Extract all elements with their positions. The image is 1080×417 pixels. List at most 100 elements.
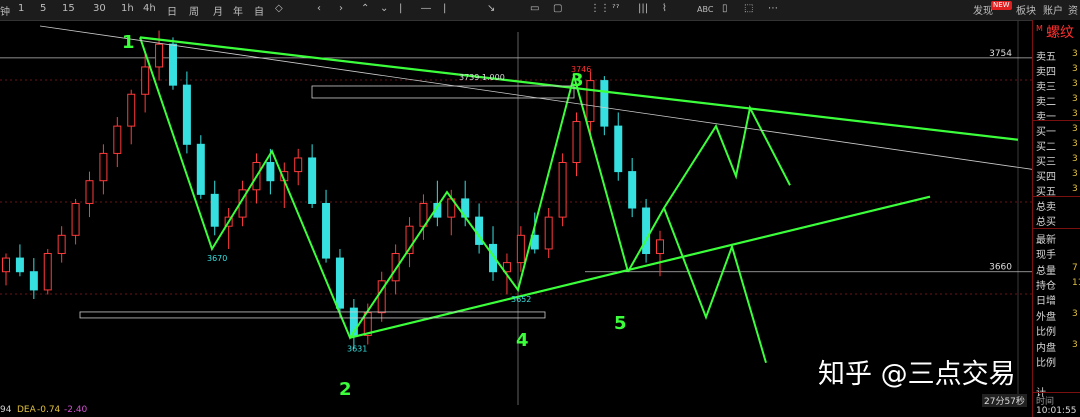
wave-number: 1 [122, 32, 135, 53]
candle [57, 226, 66, 263]
toolbar-item-28[interactable]: ▯ [722, 3, 728, 14]
candle [252, 153, 261, 204]
candle [600, 76, 609, 136]
toolbar-item-22[interactable]: ▢ [553, 3, 562, 14]
toolbar-item-1[interactable]: 1 [18, 3, 24, 14]
toolbar-item-30[interactable]: ⋯ [768, 3, 778, 14]
toolbar-item-5[interactable]: 1h [121, 3, 134, 14]
candle-body [600, 80, 609, 127]
toolbar-item-19[interactable]: | [443, 3, 446, 14]
toolbar-item-4[interactable]: 30 [93, 3, 106, 14]
candle [656, 230, 664, 277]
candle-body [113, 125, 122, 154]
wave-number: 5 [614, 313, 627, 334]
side-row-label: 现手 [1036, 250, 1056, 261]
candle [85, 171, 94, 218]
candle [516, 226, 525, 272]
candle-body [210, 193, 219, 227]
toolbar-item-13[interactable]: ‹ [317, 3, 321, 14]
candle [572, 112, 581, 177]
pivot-label: 3739 1.000 [459, 73, 505, 82]
candle-body [168, 43, 177, 86]
candle [224, 208, 233, 249]
watermark-text: 知乎 @三点交易 [818, 359, 1016, 390]
toolbar-item-17[interactable]: | [399, 3, 402, 14]
candle-body [335, 257, 344, 309]
toolbar-right-2[interactable]: 账户 [1043, 2, 1063, 17]
candle-body [544, 216, 553, 250]
pivot-label: 3652 [511, 295, 531, 304]
candle-body [586, 80, 595, 123]
candle-body [57, 234, 66, 255]
toolbar-item-11[interactable]: 自 [254, 3, 264, 18]
candle-body [628, 171, 637, 209]
toolbar-item-9[interactable]: 月 [213, 3, 223, 18]
candle [127, 89, 136, 145]
wave-number: 3 [571, 70, 584, 91]
toolbar-item-7[interactable]: 日 [167, 3, 177, 18]
candle [99, 144, 108, 195]
toolbar-item-12[interactable]: ◇ [275, 3, 283, 14]
price-line-label: 3754 [989, 49, 1012, 59]
side-separator [1033, 120, 1080, 121]
candle-body [322, 202, 331, 259]
toolbar-right-1[interactable]: 板块 [1016, 2, 1036, 17]
candle [2, 253, 10, 286]
candle [322, 189, 331, 263]
toolbar-item-26[interactable]: ⌇ [662, 3, 667, 14]
side-row-label: 持仓 [1036, 281, 1056, 292]
candle [210, 180, 219, 236]
side-row-value: 7 [1072, 263, 1078, 273]
toolbar-item-27[interactable]: ABC [697, 5, 713, 14]
toolbar-item-18[interactable]: ― [421, 3, 431, 14]
side-row-value: 3 [1072, 169, 1078, 179]
instrument-title: 螺纹 [1046, 25, 1074, 41]
side-row-value: 3 [1072, 154, 1078, 164]
side-row-label: 总量 [1036, 266, 1056, 277]
toolbar-item-29[interactable]: ⬚ [744, 3, 753, 14]
toolbar-item-10[interactable]: 年 [233, 3, 243, 18]
side-row-label: 最新 [1036, 235, 1056, 246]
wave-number: 2 [339, 379, 352, 400]
side-row-label: 买一 [1036, 127, 1056, 138]
candle [294, 148, 303, 186]
toolbar-item-6[interactable]: 4h [143, 3, 156, 14]
indicator-bar: 94 DEA -0.74 -2.40 [0, 405, 1032, 417]
candle-body [266, 162, 275, 182]
toolbar-right-0[interactable]: 发现 [973, 2, 993, 17]
support-zone [79, 311, 546, 319]
candle-body [127, 93, 136, 127]
toolbar-right-3[interactable]: 资 [1068, 2, 1078, 17]
candle [15, 244, 24, 277]
toolbar-item-23[interactable]: ⋮⋮ [590, 3, 610, 14]
side-row-label: 总买 [1036, 217, 1056, 228]
toolbar-item-3[interactable]: 15 [62, 3, 75, 14]
price-line-label: 3660 [989, 263, 1012, 273]
toolbar-item-24[interactable]: ˀˀ [612, 3, 619, 14]
candlesticks [2, 30, 664, 350]
candle [377, 271, 386, 322]
toolbar-item-14[interactable]: › [339, 3, 343, 14]
candle-body [558, 162, 567, 218]
side-row-value: 3 [1072, 64, 1078, 74]
side-row-value: 3 [1072, 49, 1078, 59]
candle-body [308, 157, 317, 204]
toolbar-item-2[interactable]: 5 [40, 3, 46, 14]
chart-toolbar: 钟 1 5 15 30 1h 4h 日周月年自 ◇ ‹ › ⌃ ⌄ | ― | ↘ ▭ ▢ ⋮⋮ ˀˀ ||| ⌇ ABC ▯ ⬚… [0, 0, 1080, 21]
candle [558, 153, 567, 227]
drawings [39, 25, 1032, 364]
side-row-value: 3 [1072, 124, 1078, 134]
side-row-label: 卖二 [1036, 97, 1056, 108]
toolbar-item-8[interactable]: 周 [189, 3, 199, 18]
side-row-label: 买四 [1036, 172, 1056, 183]
toolbar-item-0[interactable]: 钟 [0, 3, 10, 18]
price-chart: 3754366036703631365237463739 1.00012345 [0, 20, 1032, 405]
toolbar-item-25[interactable]: ||| [638, 3, 648, 14]
toolbar-item-16[interactable]: ⌄ [380, 3, 388, 14]
toolbar-item-20[interactable]: ↘ [487, 3, 495, 14]
toolbar-item-15[interactable]: ⌃ [361, 3, 369, 14]
candle [614, 112, 623, 181]
candle [642, 198, 651, 263]
toolbar-item-21[interactable]: ▭ [530, 3, 539, 14]
side-row-value: 3 [1072, 79, 1078, 89]
